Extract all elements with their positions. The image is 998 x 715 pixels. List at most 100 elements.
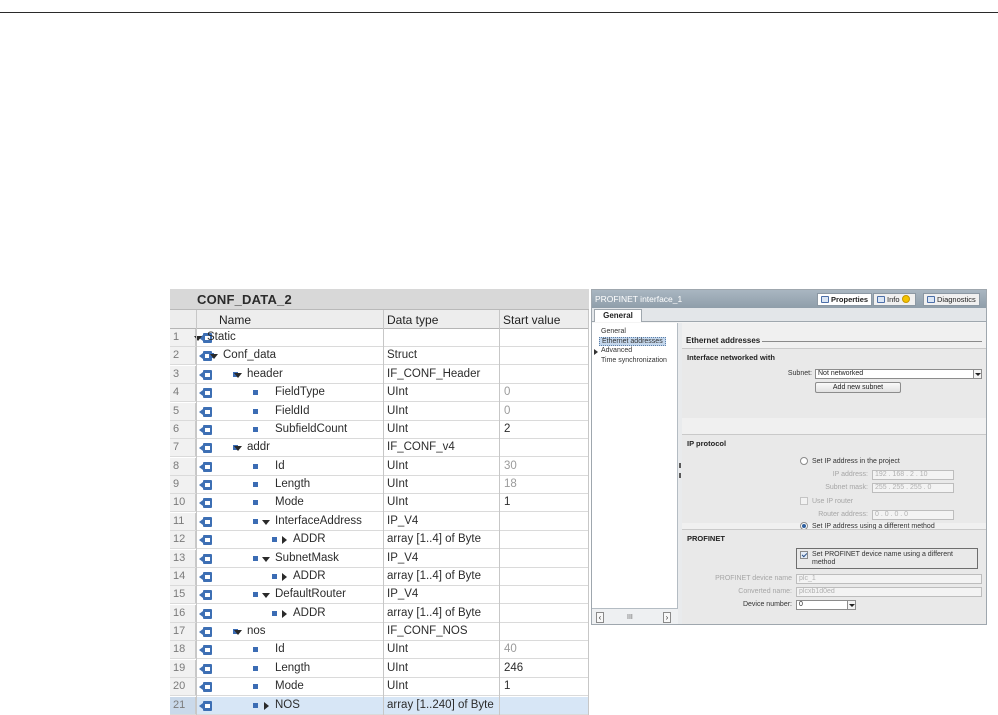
- collapse-arrow-icon[interactable]: [210, 354, 218, 360]
- column-data-type[interactable]: Data type: [387, 313, 438, 327]
- ip-address-field[interactable]: 192 . 168 . 2 . 10: [872, 470, 954, 480]
- row-number[interactable]: 16: [170, 604, 196, 622]
- cell-data-type[interactable]: array [1..240] of Byte: [387, 699, 494, 711]
- cell-name[interactable]: nos: [247, 625, 266, 637]
- cell-data-type[interactable]: UInt: [387, 643, 408, 655]
- cell-start-value[interactable]: 1: [504, 680, 510, 692]
- set-profinet-name-checkbox[interactable]: [800, 551, 808, 559]
- cell-start-value[interactable]: 18: [504, 478, 517, 490]
- cell-name[interactable]: ADDR: [293, 607, 326, 619]
- cell-data-type[interactable]: IF_CONF_v4: [387, 441, 455, 453]
- subnet-select[interactable]: Not networked: [815, 369, 982, 379]
- cell-data-type[interactable]: IF_CONF_Header: [387, 368, 480, 380]
- cell-data-type[interactable]: UInt: [387, 662, 408, 674]
- table-row[interactable]: 3 header IF_CONF_Header: [170, 365, 589, 384]
- scroll-right-button[interactable]: ›: [663, 612, 671, 623]
- cell-data-type[interactable]: UInt: [387, 680, 408, 692]
- scroll-thumb[interactable]: III: [627, 614, 633, 621]
- table-row[interactable]: 8 Id UInt 30: [170, 457, 589, 476]
- row-number[interactable]: 9: [170, 476, 196, 494]
- scroll-left-button[interactable]: ‹: [596, 612, 604, 623]
- add-new-subnet-button[interactable]: Add new subnet: [815, 382, 901, 393]
- table-row[interactable]: 12 ADDR array [1..4] of Byte: [170, 531, 589, 550]
- table-row[interactable]: 17 nos IF_CONF_NOS: [170, 623, 589, 642]
- profinet-device-name-field[interactable]: plc_1: [796, 574, 982, 584]
- cell-name[interactable]: Conf_data: [223, 349, 276, 361]
- table-row[interactable]: 13 SubnetMask IP_V4: [170, 549, 589, 568]
- set-ip-in-project-radio[interactable]: [800, 457, 808, 465]
- row-number[interactable]: 1: [170, 329, 196, 346]
- expand-arrow-icon[interactable]: [594, 349, 598, 355]
- row-number[interactable]: 11: [170, 512, 196, 530]
- row-number[interactable]: 3: [170, 365, 196, 383]
- collapse-arrow-icon[interactable]: [234, 630, 242, 636]
- cell-name[interactable]: SubnetMask: [275, 552, 339, 564]
- table-row[interactable]: 18 Id UInt 40: [170, 641, 589, 660]
- cell-name[interactable]: Static: [207, 331, 236, 343]
- expand-arrow-icon[interactable]: [282, 536, 287, 545]
- cell-name[interactable]: Length: [275, 662, 310, 674]
- expand-arrow-icon[interactable]: [282, 572, 287, 581]
- device-number-select[interactable]: 0: [796, 600, 856, 610]
- column-name[interactable]: Name: [219, 313, 251, 327]
- cell-start-value[interactable]: 246: [504, 662, 523, 674]
- table-row[interactable]: 21 NOS array [1..240] of Byte: [170, 696, 589, 715]
- column-start-value[interactable]: Start value: [503, 313, 560, 327]
- nav-item-general[interactable]: General: [601, 328, 626, 335]
- table-row[interactable]: 5 FieldId UInt 0: [170, 402, 589, 421]
- cell-data-type[interactable]: IP_V4: [387, 588, 418, 600]
- nav-item-advanced[interactable]: Advanced: [601, 347, 632, 354]
- row-number[interactable]: 19: [170, 659, 196, 677]
- cell-name[interactable]: Id: [275, 643, 285, 655]
- row-number[interactable]: 21: [170, 696, 196, 714]
- cell-name[interactable]: Mode: [275, 496, 304, 508]
- cell-name[interactable]: ADDR: [293, 533, 326, 545]
- tab-general[interactable]: General: [594, 309, 642, 322]
- cell-data-type[interactable]: UInt: [387, 423, 408, 435]
- row-number[interactable]: 13: [170, 549, 196, 567]
- cell-name[interactable]: DefaultRouter: [275, 588, 346, 600]
- cell-start-value[interactable]: 1: [504, 496, 510, 508]
- chevron-down-icon[interactable]: [847, 601, 855, 609]
- row-number[interactable]: 20: [170, 678, 196, 696]
- cell-name[interactable]: FieldType: [275, 386, 325, 398]
- row-number[interactable]: 4: [170, 384, 196, 402]
- table-row[interactable]: 6 SubfieldCount UInt 2: [170, 420, 589, 439]
- row-number[interactable]: 8: [170, 457, 196, 475]
- table-row[interactable]: 9 Length UInt 18: [170, 476, 589, 495]
- cell-data-type[interactable]: array [1..4] of Byte: [387, 570, 481, 582]
- table-row[interactable]: 20 Mode UInt 1: [170, 678, 589, 697]
- cell-name[interactable]: NOS: [275, 699, 300, 711]
- table-row[interactable]: 15 DefaultRouter IP_V4: [170, 586, 589, 605]
- row-number[interactable]: 15: [170, 586, 196, 604]
- expand-arrow-icon[interactable]: [264, 701, 269, 710]
- chevron-down-icon[interactable]: [973, 370, 981, 378]
- cell-data-type[interactable]: IP_V4: [387, 552, 418, 564]
- cell-start-value[interactable]: 0: [504, 405, 510, 417]
- cell-name[interactable]: SubfieldCount: [275, 423, 347, 435]
- table-row[interactable]: 7 addr IF_CONF_v4: [170, 439, 589, 458]
- cell-start-value[interactable]: 30: [504, 460, 517, 472]
- cell-data-type[interactable]: UInt: [387, 496, 408, 508]
- tab-info[interactable]: Info: [873, 293, 916, 306]
- cell-name[interactable]: addr: [247, 441, 270, 453]
- cell-name[interactable]: header: [247, 368, 283, 380]
- cell-data-type[interactable]: IF_CONF_NOS: [387, 625, 468, 637]
- cell-data-type[interactable]: UInt: [387, 405, 408, 417]
- cell-name[interactable]: ADDR: [293, 570, 326, 582]
- router-address-field[interactable]: 0 . 0 . 0 . 0: [872, 510, 954, 520]
- cell-name[interactable]: Mode: [275, 680, 304, 692]
- row-number[interactable]: 17: [170, 623, 196, 641]
- table-row[interactable]: 4 FieldType UInt 0: [170, 384, 589, 403]
- row-number[interactable]: 6: [170, 420, 196, 438]
- cell-start-value[interactable]: 0: [504, 386, 510, 398]
- cell-data-type[interactable]: UInt: [387, 478, 408, 490]
- nav-item-ethernet-addresses[interactable]: Ethernet addresses: [599, 337, 666, 346]
- collapse-arrow-icon[interactable]: [262, 556, 270, 562]
- row-number[interactable]: 14: [170, 567, 196, 585]
- cell-data-type[interactable]: array [1..4] of Byte: [387, 607, 481, 619]
- cell-data-type[interactable]: array [1..4] of Byte: [387, 533, 481, 545]
- table-row[interactable]: 19 Length UInt 246: [170, 659, 589, 678]
- cell-data-type[interactable]: UInt: [387, 460, 408, 472]
- cell-data-type[interactable]: IP_V4: [387, 515, 418, 527]
